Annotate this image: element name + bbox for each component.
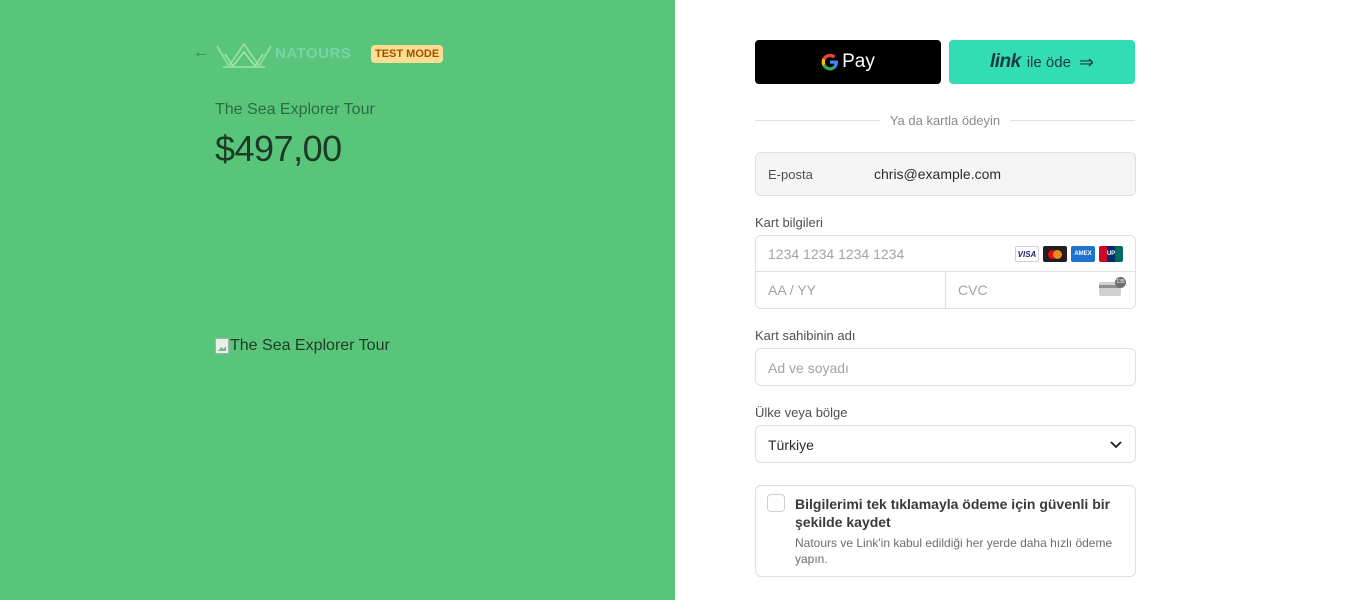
expiry-input[interactable]: AA / YY bbox=[756, 272, 946, 308]
email-field[interactable]: E-posta chris@example.com bbox=[755, 152, 1136, 196]
cardholder-name-placeholder: Ad ve soyadı bbox=[768, 360, 849, 376]
save-info-title: Bilgilerimi tek tıklamayla ödeme için gü… bbox=[795, 496, 1111, 530]
cvc-card-icon: 135 bbox=[1099, 277, 1126, 296]
google-g-icon bbox=[821, 53, 839, 71]
product-summary-panel bbox=[0, 0, 675, 600]
visa-icon: VISA bbox=[1015, 246, 1039, 262]
back-arrow-icon[interactable]: ← bbox=[193, 44, 209, 62]
brand-name: NATOURS bbox=[275, 45, 352, 62]
unionpay-icon: UP bbox=[1099, 246, 1123, 262]
expiry-placeholder: AA / YY bbox=[768, 282, 816, 298]
pay-with-card-divider: Ya da kartla ödeyin bbox=[755, 112, 1135, 128]
cvc-badge: 135 bbox=[1115, 277, 1126, 288]
cvc-input[interactable]: CVC 135 bbox=[946, 272, 1135, 308]
card-number-input[interactable]: 1234 1234 1234 1234 VISA AMEX UP bbox=[756, 236, 1135, 272]
card-brand-icons: VISA AMEX UP bbox=[1015, 246, 1123, 262]
email-value: chris@example.com bbox=[874, 166, 1002, 182]
country-label: Ülke veya bölge bbox=[755, 405, 848, 420]
google-pay-label: Pay bbox=[842, 51, 875, 72]
test-mode-badge: TEST MODE bbox=[371, 45, 444, 63]
product-name: The Sea Explorer Tour bbox=[215, 101, 375, 118]
save-info-checkbox[interactable] bbox=[767, 494, 785, 512]
product-price: $497,00 bbox=[215, 128, 342, 169]
card-details-group: 1234 1234 1234 1234 VISA AMEX UP AA / YY… bbox=[755, 235, 1136, 309]
divider-line bbox=[1010, 119, 1135, 121]
divider-text: Ya da kartla ödeyin bbox=[889, 112, 1001, 128]
cvc-placeholder: CVC bbox=[958, 282, 988, 298]
country-value: Türkiye bbox=[768, 437, 814, 453]
email-label: E-posta bbox=[768, 166, 813, 182]
card-number-placeholder: 1234 1234 1234 1234 bbox=[768, 246, 905, 262]
divider-line bbox=[755, 119, 880, 121]
link-pay-button[interactable]: link ile öde ⇒ bbox=[949, 40, 1135, 84]
card-info-label: Kart bilgileri bbox=[755, 215, 823, 230]
save-info-box: Bilgilerimi tek tıklamayla ödeme için gü… bbox=[755, 485, 1136, 577]
natours-logo-icon bbox=[216, 42, 272, 68]
product-image-alt: The Sea Explorer Tour bbox=[230, 337, 390, 354]
arrow-right-icon: ⇒ bbox=[1078, 51, 1095, 72]
amex-icon: AMEX bbox=[1071, 246, 1095, 262]
link-logo: link bbox=[989, 51, 1021, 72]
link-pay-label: ile öde bbox=[1026, 53, 1071, 71]
broken-image-icon bbox=[215, 338, 229, 354]
cardholder-name-label: Kart sahibinin adı bbox=[755, 328, 856, 343]
product-image: The Sea Explorer Tour bbox=[215, 337, 390, 355]
chevron-down-icon bbox=[1110, 441, 1122, 449]
mastercard-icon bbox=[1043, 246, 1067, 262]
save-info-description: Natours ve Link'in kabul edildiği her ye… bbox=[795, 536, 1113, 566]
country-select[interactable]: Türkiye bbox=[755, 425, 1136, 463]
google-pay-button[interactable]: Pay bbox=[755, 40, 941, 84]
cardholder-name-input[interactable]: Ad ve soyadı bbox=[755, 348, 1136, 386]
